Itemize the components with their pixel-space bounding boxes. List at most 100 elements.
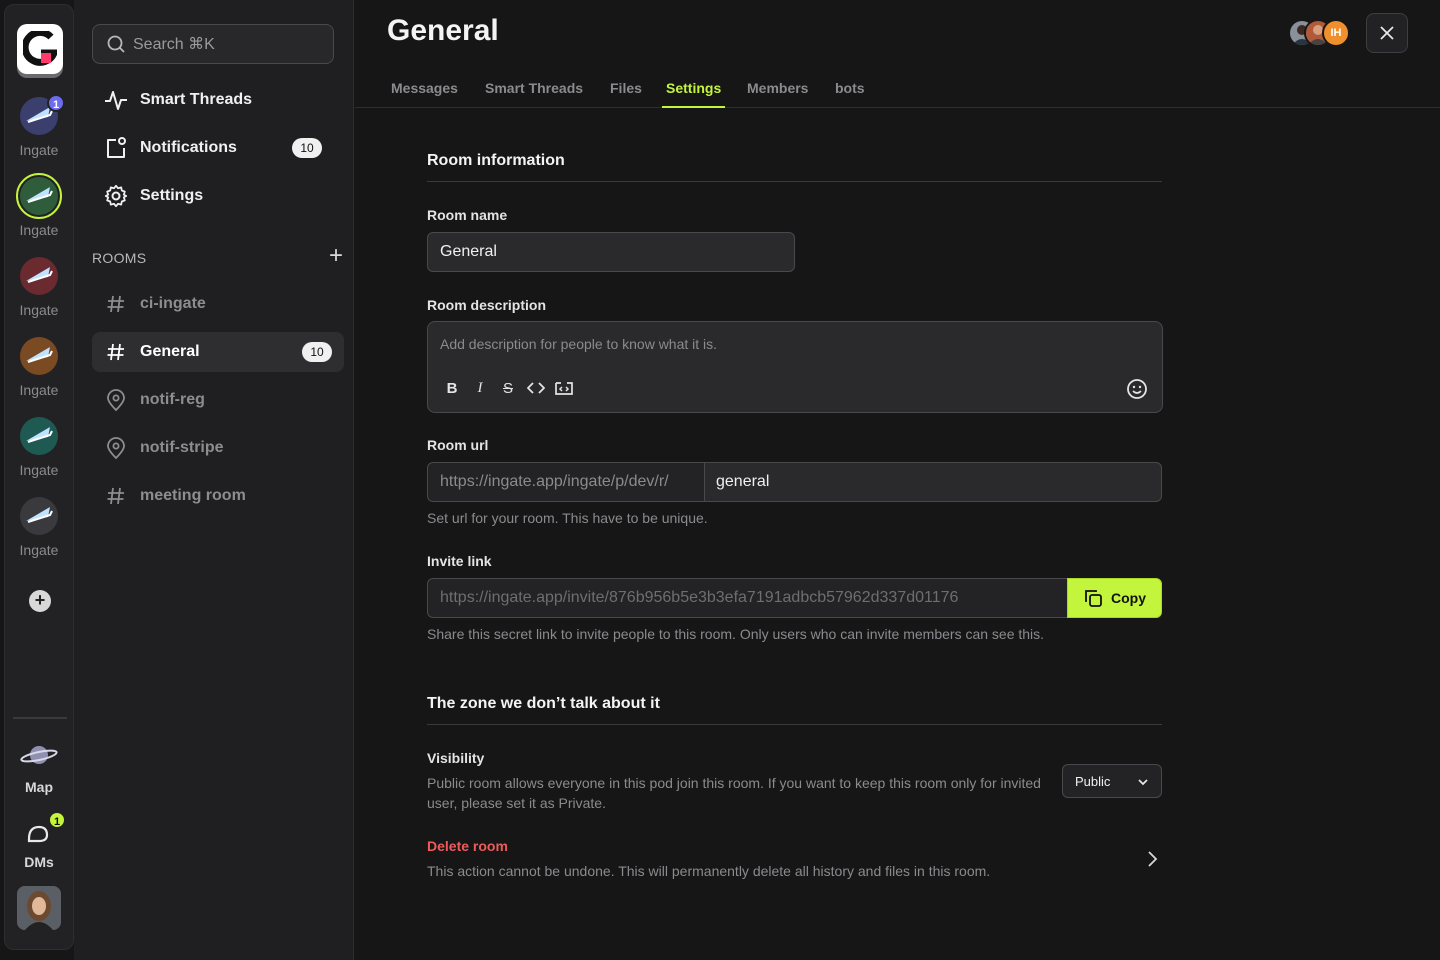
notification-icon <box>107 137 126 158</box>
dms-nav[interactable]: 1 DMs <box>5 811 73 870</box>
room-tabs: Messages Smart Threads Files Settings Me… <box>355 70 1440 108</box>
section-divider <box>427 181 1162 182</box>
pod-badge: 1 <box>47 94 65 112</box>
sidebar-item-label: Smart Threads <box>140 91 253 108</box>
pod-label: Ingate <box>19 462 59 478</box>
room-item-notif-stripe[interactable]: notif-stripe <box>92 428 344 468</box>
tab-files[interactable]: Files <box>606 80 646 106</box>
pod-label: Ingate <box>19 222 59 238</box>
sidebar-item-smart-threads[interactable]: Smart Threads <box>92 80 344 120</box>
copy-icon <box>1085 590 1102 607</box>
pod-ingate-2[interactable]: Ingate <box>5 173 73 238</box>
visibility-value: Public <box>1075 773 1111 789</box>
visibility-label: Visibility <box>427 750 485 766</box>
member-avatars[interactable]: IH <box>1288 19 1352 47</box>
room-label: General <box>140 343 200 360</box>
search-icon <box>107 35 125 53</box>
pod-label: Ingate <box>19 542 59 558</box>
map-label: Map <box>25 779 53 795</box>
code-icon[interactable] <box>526 378 546 398</box>
room-item-notif-reg[interactable]: notif-reg <box>92 380 344 420</box>
room-url-label: Room url <box>427 437 489 453</box>
tab-smart-threads[interactable]: Smart Threads <box>481 80 587 106</box>
sidebar-item-label: Settings <box>140 187 204 204</box>
planet-icon <box>20 746 58 764</box>
pod-ingate-1[interactable]: 1 Ingate <box>5 94 73 158</box>
sidebar: Search ⌘K Smart Threads Notifications 10… <box>74 0 354 960</box>
hash-icon <box>107 487 124 505</box>
pod-label: Ingate <box>19 302 59 318</box>
pod-avatar <box>20 497 58 535</box>
pod-ingate-6[interactable]: Ingate <box>5 497 73 558</box>
pod-ingate-5[interactable]: Ingate <box>5 417 73 478</box>
pod-avatar <box>20 337 58 375</box>
add-room-button[interactable]: + <box>326 244 346 268</box>
app-logo[interactable] <box>17 24 63 74</box>
pod-avatar <box>16 173 62 219</box>
pod-avatar <box>20 417 58 455</box>
room-label: ci-ingate <box>140 295 206 312</box>
pod-ingate-4[interactable]: Ingate <box>5 337 73 398</box>
delete-room-link[interactable]: Delete room <box>427 838 508 854</box>
rooms-heading: ROOMS <box>92 250 147 266</box>
dms-label: DMs <box>24 854 54 870</box>
room-info-heading: Room information <box>427 152 565 169</box>
ingate-logo-icon <box>23 31 57 66</box>
pod-rail: 1 Ingate Ingate Ingate Ingate Ingate Ing… <box>4 4 74 950</box>
chevron-down-icon <box>1138 779 1148 786</box>
emoji-icon[interactable] <box>1126 378 1148 400</box>
strikethrough-icon[interactable]: S <box>498 378 518 398</box>
section-divider <box>427 724 1162 725</box>
room-label: notif-stripe <box>140 439 224 456</box>
close-icon <box>1380 26 1394 40</box>
pin-icon <box>107 437 125 459</box>
room-item-ci-ingate[interactable]: ci-ingate <box>92 284 344 324</box>
map-nav[interactable]: Map <box>5 740 73 795</box>
copy-invite-button[interactable]: Copy <box>1067 578 1162 618</box>
room-url-input[interactable]: general <box>704 462 1162 502</box>
delete-room-hint: This action cannot be undone. This will … <box>427 863 991 879</box>
pod-ingate-3[interactable]: Ingate <box>5 257 73 318</box>
close-button[interactable] <box>1366 13 1408 53</box>
copy-label: Copy <box>1111 590 1146 606</box>
italic-icon[interactable]: I <box>470 378 490 398</box>
room-item-general[interactable]: General 10 <box>92 332 344 372</box>
pin-icon <box>107 389 125 411</box>
tab-members[interactable]: Members <box>743 80 812 106</box>
notifications-count: 10 <box>292 138 322 158</box>
user-avatar[interactable] <box>17 886 61 930</box>
tab-bots[interactable]: bots <box>831 80 869 106</box>
room-url-hint: Set url for your room. This have to be u… <box>427 510 708 526</box>
search-input[interactable]: Search ⌘K <box>92 24 334 64</box>
room-name-label: Room name <box>427 207 508 223</box>
search-placeholder: Search ⌘K <box>133 36 215 53</box>
sidebar-item-label: Notifications <box>140 139 237 156</box>
pod-label: Ingate <box>19 382 59 398</box>
room-item-meeting-room[interactable]: meeting room <box>92 476 344 516</box>
bold-icon[interactable]: B <box>442 378 462 398</box>
invite-link-hint: Share this secret link to invite people … <box>427 626 1045 642</box>
room-description-editor[interactable]: Add description for people to know what … <box>427 321 1163 413</box>
visibility-select[interactable]: Public <box>1062 764 1162 798</box>
code-block-icon[interactable] <box>554 378 574 398</box>
page-title: General <box>387 14 499 47</box>
add-pod-button[interactable]: + <box>29 590 51 612</box>
room-name-input[interactable]: General <box>427 232 795 272</box>
pod-avatar: 1 <box>20 94 65 135</box>
chevron-right-icon[interactable] <box>1142 849 1162 869</box>
main-panel: General IH Messages Smart Threads Files … <box>355 0 1440 960</box>
tab-messages[interactable]: Messages <box>387 80 462 106</box>
gear-icon <box>104 184 128 208</box>
sidebar-item-notifications[interactable]: Notifications 10 <box>92 128 344 168</box>
rail-divider <box>13 717 67 719</box>
room-description-placeholder: Add description for people to know what … <box>440 336 718 352</box>
pod-label: Ingate <box>19 142 59 158</box>
visibility-hint: Public room allows everyone in this pod … <box>427 775 1041 811</box>
sidebar-item-settings[interactable]: Settings <box>92 176 344 216</box>
hash-icon <box>107 295 124 313</box>
tab-settings[interactable]: Settings <box>662 80 726 108</box>
room-description-label: Room description <box>427 297 547 313</box>
room-label: notif-reg <box>140 391 205 408</box>
invite-link-field[interactable]: https://ingate.app/invite/876b956b5e3b3e… <box>427 578 1069 618</box>
room-unread-count: 10 <box>302 342 332 362</box>
